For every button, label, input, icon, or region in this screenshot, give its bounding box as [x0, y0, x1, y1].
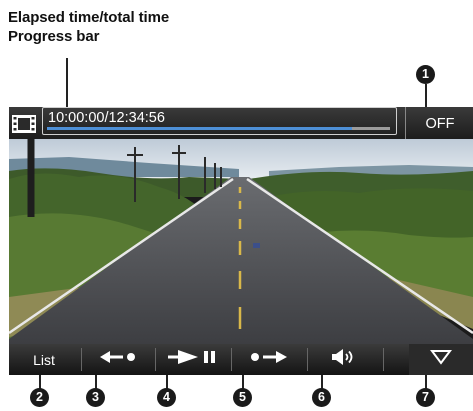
video-screen[interactable]: 10:00:00/12:34:56 OFF List: [9, 107, 473, 375]
previous-chapter-button[interactable]: [82, 344, 154, 375]
time-progress-box: 10:00:00/12:34:56: [42, 107, 397, 135]
callout-line-progress: Progress bar: [8, 28, 100, 45]
top-status-bar: 10:00:00/12:34:56 OFF: [9, 107, 473, 139]
progress-bar-fill: [47, 127, 353, 130]
callout-line-elapsed: Elapsed time/total time: [8, 9, 170, 26]
callout-badge-5: 5: [233, 388, 252, 407]
speaker-icon: [331, 348, 359, 371]
callout-badge-2: 2: [30, 388, 49, 407]
triangle-down-icon: [430, 349, 452, 370]
bottom-control-bar: List: [9, 344, 473, 375]
callout-badge-7: 7: [416, 388, 435, 407]
callout-badge-1-line: [425, 84, 427, 108]
video-frame: [9, 107, 473, 375]
callout-title: Elapsed time/total time Progress bar: [8, 8, 169, 46]
callout-badge-4: 4: [157, 388, 176, 407]
play-pause-icon: [168, 350, 218, 369]
callout-badge-6: 6: [312, 388, 331, 407]
callout-leader-line: [66, 58, 68, 108]
volume-button[interactable]: [308, 344, 382, 375]
play-pause-button[interactable]: [156, 344, 230, 375]
film-icon: [12, 115, 36, 133]
separator: [383, 348, 384, 371]
callout-badge-1: 1: [416, 65, 435, 84]
callout-badge-3: 3: [86, 388, 105, 407]
off-button[interactable]: OFF: [405, 107, 473, 139]
menu-toggle-button[interactable]: [409, 344, 473, 375]
progress-bar[interactable]: [47, 127, 390, 130]
next-chapter-button[interactable]: [232, 344, 306, 375]
list-button[interactable]: List: [9, 344, 79, 375]
elapsed-total-time: 10:00:00/12:34:56: [48, 110, 165, 126]
arrow-left-dot-icon: [98, 350, 138, 369]
list-button-label: List: [33, 351, 55, 368]
dot-arrow-right-icon: [249, 350, 289, 369]
